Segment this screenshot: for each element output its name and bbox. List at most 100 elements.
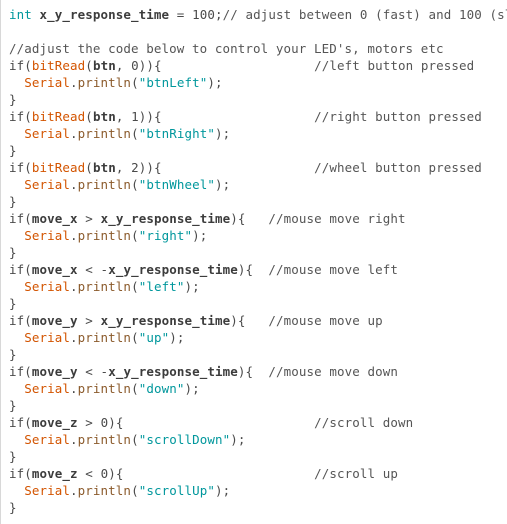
- code-line[interactable]: Serial.println("right");: [9, 227, 507, 244]
- code-line[interactable]: if(move_x < -x_y_response_time){ //mouse…: [9, 261, 507, 278]
- code-identifier: if: [9, 262, 25, 277]
- code-line[interactable]: Serial.println("scrollDown");: [9, 431, 507, 448]
- code-punctuation: >: [77, 313, 101, 328]
- code-punctuation: ,: [115, 58, 132, 73]
- code-comment: //mouse move down: [268, 364, 398, 379]
- code-line[interactable]: }: [9, 142, 507, 159]
- code-punctuation: }: [9, 245, 17, 260]
- code-comment: //left button pressed: [314, 58, 475, 73]
- code-comment: //adjust the code below to control your …: [9, 41, 444, 56]
- code-punctuation: ){: [230, 313, 269, 328]
- code-identifier: if: [9, 364, 25, 379]
- code-number: 100: [192, 7, 215, 22]
- code-punctuation: (: [131, 432, 139, 447]
- code-function: Serial: [24, 228, 71, 243]
- code-punctuation: ,: [115, 160, 132, 175]
- code-line[interactable]: if(move_z < 0){ //scroll up: [9, 465, 507, 482]
- code-punctuation: (: [131, 228, 139, 243]
- code-punctuation: );: [207, 75, 223, 90]
- code-line[interactable]: Serial.println("btnLeft");: [9, 74, 507, 91]
- code-identifier: if: [9, 109, 25, 124]
- code-punctuation: (: [24, 211, 32, 226]
- code-punctuation: }: [9, 143, 17, 158]
- code-line[interactable]: if(move_y < -x_y_response_time){ //mouse…: [9, 363, 507, 380]
- code-punctuation: (: [131, 330, 139, 345]
- code-line[interactable]: if(bitRead(btn, 1)){ //right button pres…: [9, 108, 507, 125]
- code-punctuation: (: [131, 126, 139, 141]
- code-line[interactable]: Serial.println("up");: [9, 329, 507, 346]
- code-string: "left": [138, 279, 185, 294]
- code-line[interactable]: }: [9, 91, 507, 108]
- code-identifier: if: [9, 313, 25, 328]
- code-line[interactable]: int x_y_response_time = 100;// adjust be…: [9, 6, 507, 23]
- code-punctuation: }: [9, 347, 17, 362]
- code-line[interactable]: Serial.println("btnRight");: [9, 125, 507, 142]
- code-variable: btn: [92, 109, 116, 124]
- code-punctuation: (: [131, 177, 139, 192]
- code-punctuation: =: [169, 7, 193, 22]
- code-punctuation: < -: [77, 364, 109, 379]
- code-line[interactable]: if(bitRead(btn, 2)){ //wheel button pres…: [9, 159, 507, 176]
- code-punctuation: }: [9, 194, 17, 209]
- code-punctuation: );: [214, 177, 231, 192]
- code-line[interactable]: [9, 23, 507, 40]
- code-keyword: int: [9, 7, 32, 22]
- code-line[interactable]: Serial.println("left");: [9, 278, 507, 295]
- code-line[interactable]: if(bitRead(btn, 0)){ //left button press…: [9, 57, 507, 74]
- code-punctuation: }: [9, 92, 17, 107]
- code-punctuation: ){: [237, 364, 269, 379]
- code-method: println: [77, 483, 132, 498]
- code-punctuation: .: [70, 381, 78, 396]
- code-punctuation: (: [85, 109, 93, 124]
- code-line[interactable]: if(move_y > x_y_response_time){ //mouse …: [9, 312, 507, 329]
- code-punctuation: ,: [115, 109, 132, 124]
- code-function: Serial: [24, 330, 71, 345]
- code-comment: //mouse move right: [268, 211, 406, 226]
- code-line[interactable]: }: [9, 346, 507, 363]
- code-string: "down": [138, 381, 185, 396]
- code-punctuation: [9, 432, 24, 447]
- code-line[interactable]: }: [9, 244, 507, 261]
- code-punctuation: );: [184, 381, 200, 396]
- code-line[interactable]: }: [9, 193, 507, 210]
- code-function: Serial: [24, 432, 71, 447]
- code-number: 1: [131, 109, 139, 124]
- code-variable: x_y_response_time: [100, 211, 231, 226]
- code-variable: move_y: [31, 313, 78, 328]
- code-punctuation: [9, 126, 24, 141]
- code-function: bitRead: [31, 109, 86, 124]
- code-line[interactable]: if(move_x > x_y_response_time){ //mouse …: [9, 210, 507, 227]
- code-line[interactable]: }: [9, 295, 507, 312]
- code-punctuation: .: [70, 228, 78, 243]
- code-line-container: int x_y_response_time = 100;// adjust be…: [9, 6, 507, 516]
- code-variable: x_y_response_time: [108, 364, 238, 379]
- code-punctuation: }: [9, 449, 17, 464]
- code-line[interactable]: //adjust the code below to control your …: [9, 40, 507, 57]
- code-punctuation: }: [9, 500, 17, 515]
- code-line[interactable]: Serial.println("down");: [9, 380, 507, 397]
- code-line[interactable]: }: [9, 397, 507, 414]
- code-line[interactable]: }: [9, 448, 507, 465]
- code-line[interactable]: }: [9, 499, 507, 516]
- code-line[interactable]: Serial.println("scrollUp");: [9, 482, 507, 499]
- code-punctuation: .: [70, 279, 78, 294]
- code-punctuation: );: [214, 126, 231, 141]
- code-variable: move_x: [31, 211, 78, 226]
- code-punctuation: ;: [214, 7, 223, 22]
- code-function: Serial: [24, 75, 71, 90]
- code-identifier: if: [9, 415, 25, 430]
- code-punctuation: [9, 381, 24, 396]
- code-punctuation: ){: [237, 262, 269, 277]
- code-string: "scrollDown": [138, 432, 231, 447]
- code-method: println: [77, 126, 132, 141]
- code-line[interactable]: Serial.println("btnWheel");: [9, 176, 507, 193]
- code-comment: //mouse move up: [268, 313, 383, 328]
- code-punctuation: [9, 330, 24, 345]
- code-punctuation: [32, 7, 40, 22]
- code-number: 0: [131, 58, 139, 73]
- code-punctuation: (: [24, 58, 32, 73]
- code-editor-view[interactable]: int x_y_response_time = 100;// adjust be…: [0, 0, 507, 524]
- code-line[interactable]: if(move_z > 0){ //scroll down: [9, 414, 507, 431]
- code-comment: //scroll down: [314, 415, 414, 430]
- code-function: Serial: [24, 177, 71, 192]
